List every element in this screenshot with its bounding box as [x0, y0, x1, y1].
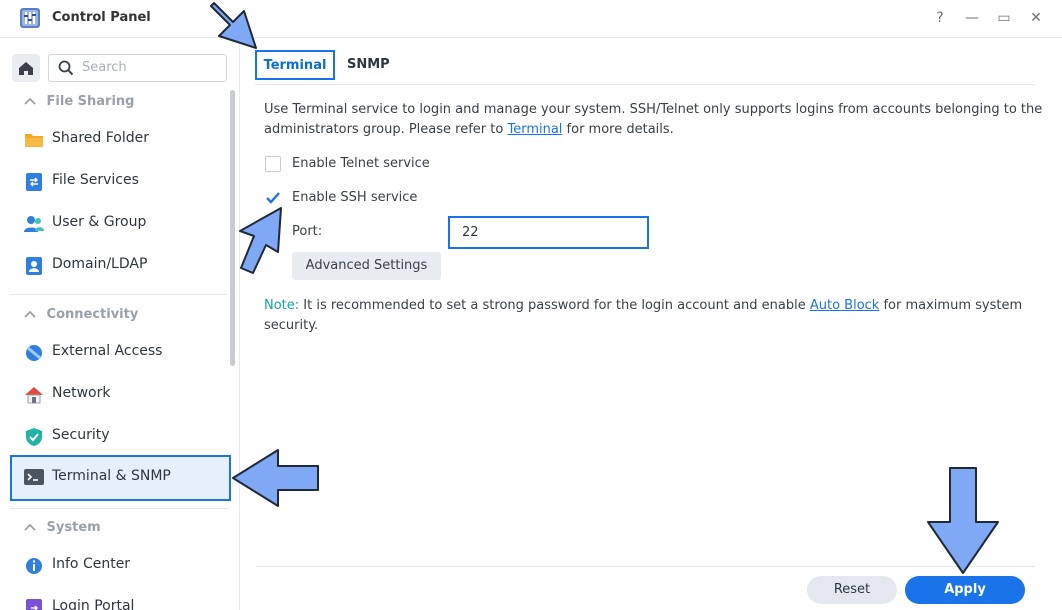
search-input[interactable]: Search	[48, 54, 227, 82]
security-shield-icon	[23, 427, 45, 447]
tab-snmp[interactable]: SNMP	[347, 50, 390, 80]
section-label: System	[46, 520, 101, 535]
section-system[interactable]: System	[24, 520, 101, 535]
annotation-arrow-ssh	[239, 207, 282, 274]
auto-block-link[interactable]: Auto Block	[810, 298, 879, 313]
advanced-settings-button[interactable]: Advanced Settings	[292, 252, 441, 280]
section-label: Connectivity	[46, 307, 139, 322]
section-label: File Sharing	[46, 94, 135, 109]
control-panel-app-icon	[18, 6, 42, 30]
network-icon	[23, 385, 45, 405]
file-services-icon	[23, 172, 45, 192]
sidebar-item-domain-ldap[interactable]: Domain/LDAP	[10, 244, 230, 286]
chevron-up-icon	[24, 94, 42, 109]
minimize-button[interactable]: —	[962, 8, 982, 28]
user-group-icon	[23, 214, 45, 234]
ssh-checkbox[interactable]	[265, 190, 281, 206]
apply-button[interactable]: Apply	[905, 576, 1025, 604]
sidebar-item-shared-folder[interactable]: Shared Folder	[10, 118, 230, 160]
reset-button[interactable]: Reset	[807, 576, 897, 604]
sidebar-item-label: User & Group	[52, 214, 147, 230]
description-text-end: for more details.	[562, 122, 674, 137]
section-divider	[10, 508, 228, 509]
search-icon	[58, 60, 74, 76]
sidebar-item-security[interactable]: Security	[10, 415, 230, 457]
sidebar-item-label: External Access	[52, 343, 163, 359]
chevron-up-icon	[24, 520, 42, 535]
section-divider	[10, 294, 228, 295]
sidebar-item-info-center[interactable]: Info Center	[10, 544, 230, 586]
port-input[interactable]: 22	[448, 216, 649, 249]
sidebar-item-file-services[interactable]: File Services	[10, 160, 230, 202]
sidebar-item-label: File Services	[52, 172, 139, 188]
sidebar-item-label: Security	[52, 427, 110, 443]
sidebar-item-label: Terminal & SNMP	[52, 468, 171, 484]
section-connectivity[interactable]: Connectivity	[24, 307, 138, 322]
sidebar-item-network[interactable]: Network	[10, 373, 230, 415]
telnet-row[interactable]: Enable Telnet service	[265, 155, 465, 175]
tab-terminal[interactable]: Terminal	[255, 50, 335, 80]
sidebar-item-external-access[interactable]: External Access	[10, 331, 230, 373]
telnet-checkbox[interactable]	[265, 156, 281, 172]
login-portal-icon	[23, 598, 45, 610]
note-label: Note:	[264, 298, 300, 313]
port-label: Port:	[292, 224, 323, 239]
home-icon	[19, 62, 33, 75]
sidebar-scrollbar[interactable]	[230, 90, 235, 366]
close-button[interactable]: ✕	[1026, 8, 1046, 28]
sidebar-item-label: Domain/LDAP	[52, 256, 148, 272]
search-placeholder: Search	[82, 60, 127, 75]
ssh-checkbox-label[interactable]: Enable SSH service	[292, 190, 417, 205]
terminal-description: Use Terminal service to login and manage…	[264, 100, 1044, 140]
shared-folder-icon	[23, 130, 45, 150]
checkmark-icon	[266, 192, 280, 204]
help-button[interactable]: ?	[930, 8, 950, 28]
external-access-icon	[23, 343, 45, 363]
terminal-icon	[23, 467, 45, 487]
sidebar-item-terminal-snmp[interactable]: Terminal & SNMP	[10, 455, 231, 501]
chevron-up-icon	[24, 307, 42, 322]
sidebar: Search File Sharing Shared Folder File S…	[0, 38, 240, 610]
section-file-sharing[interactable]: File Sharing	[24, 94, 134, 109]
sidebar-item-label: Network	[52, 385, 111, 401]
window-title: Control Panel	[52, 10, 151, 25]
ssh-row[interactable]: Enable SSH service	[265, 189, 465, 209]
note-text: It is recommended to set a strong passwo…	[299, 298, 810, 313]
info-icon	[23, 556, 45, 576]
footer-divider	[256, 566, 1035, 567]
telnet-checkbox-label[interactable]: Enable Telnet service	[292, 156, 430, 171]
tab-bar: Terminal SNMP	[255, 47, 1035, 85]
sidebar-item-label: Info Center	[52, 556, 131, 572]
maximize-button[interactable]: ▭	[994, 8, 1014, 28]
title-bar: Control Panel ? — ▭ ✕	[0, 0, 1062, 38]
annotation-arrow-apply	[927, 467, 999, 574]
domain-ldap-icon	[23, 256, 45, 276]
security-note: Note: It is recommended to set a strong …	[264, 296, 1044, 336]
port-value: 22	[462, 225, 479, 240]
home-button[interactable]	[12, 54, 40, 82]
sidebar-item-login-portal[interactable]: Login Portal	[10, 586, 230, 610]
sidebar-item-user-group[interactable]: User & Group	[10, 202, 230, 244]
terminal-help-link[interactable]: Terminal	[507, 122, 562, 137]
sidebar-item-label: Login Portal	[52, 598, 135, 610]
sidebar-item-label: Shared Folder	[52, 130, 150, 146]
annotation-arrow-sidebar	[232, 449, 319, 507]
